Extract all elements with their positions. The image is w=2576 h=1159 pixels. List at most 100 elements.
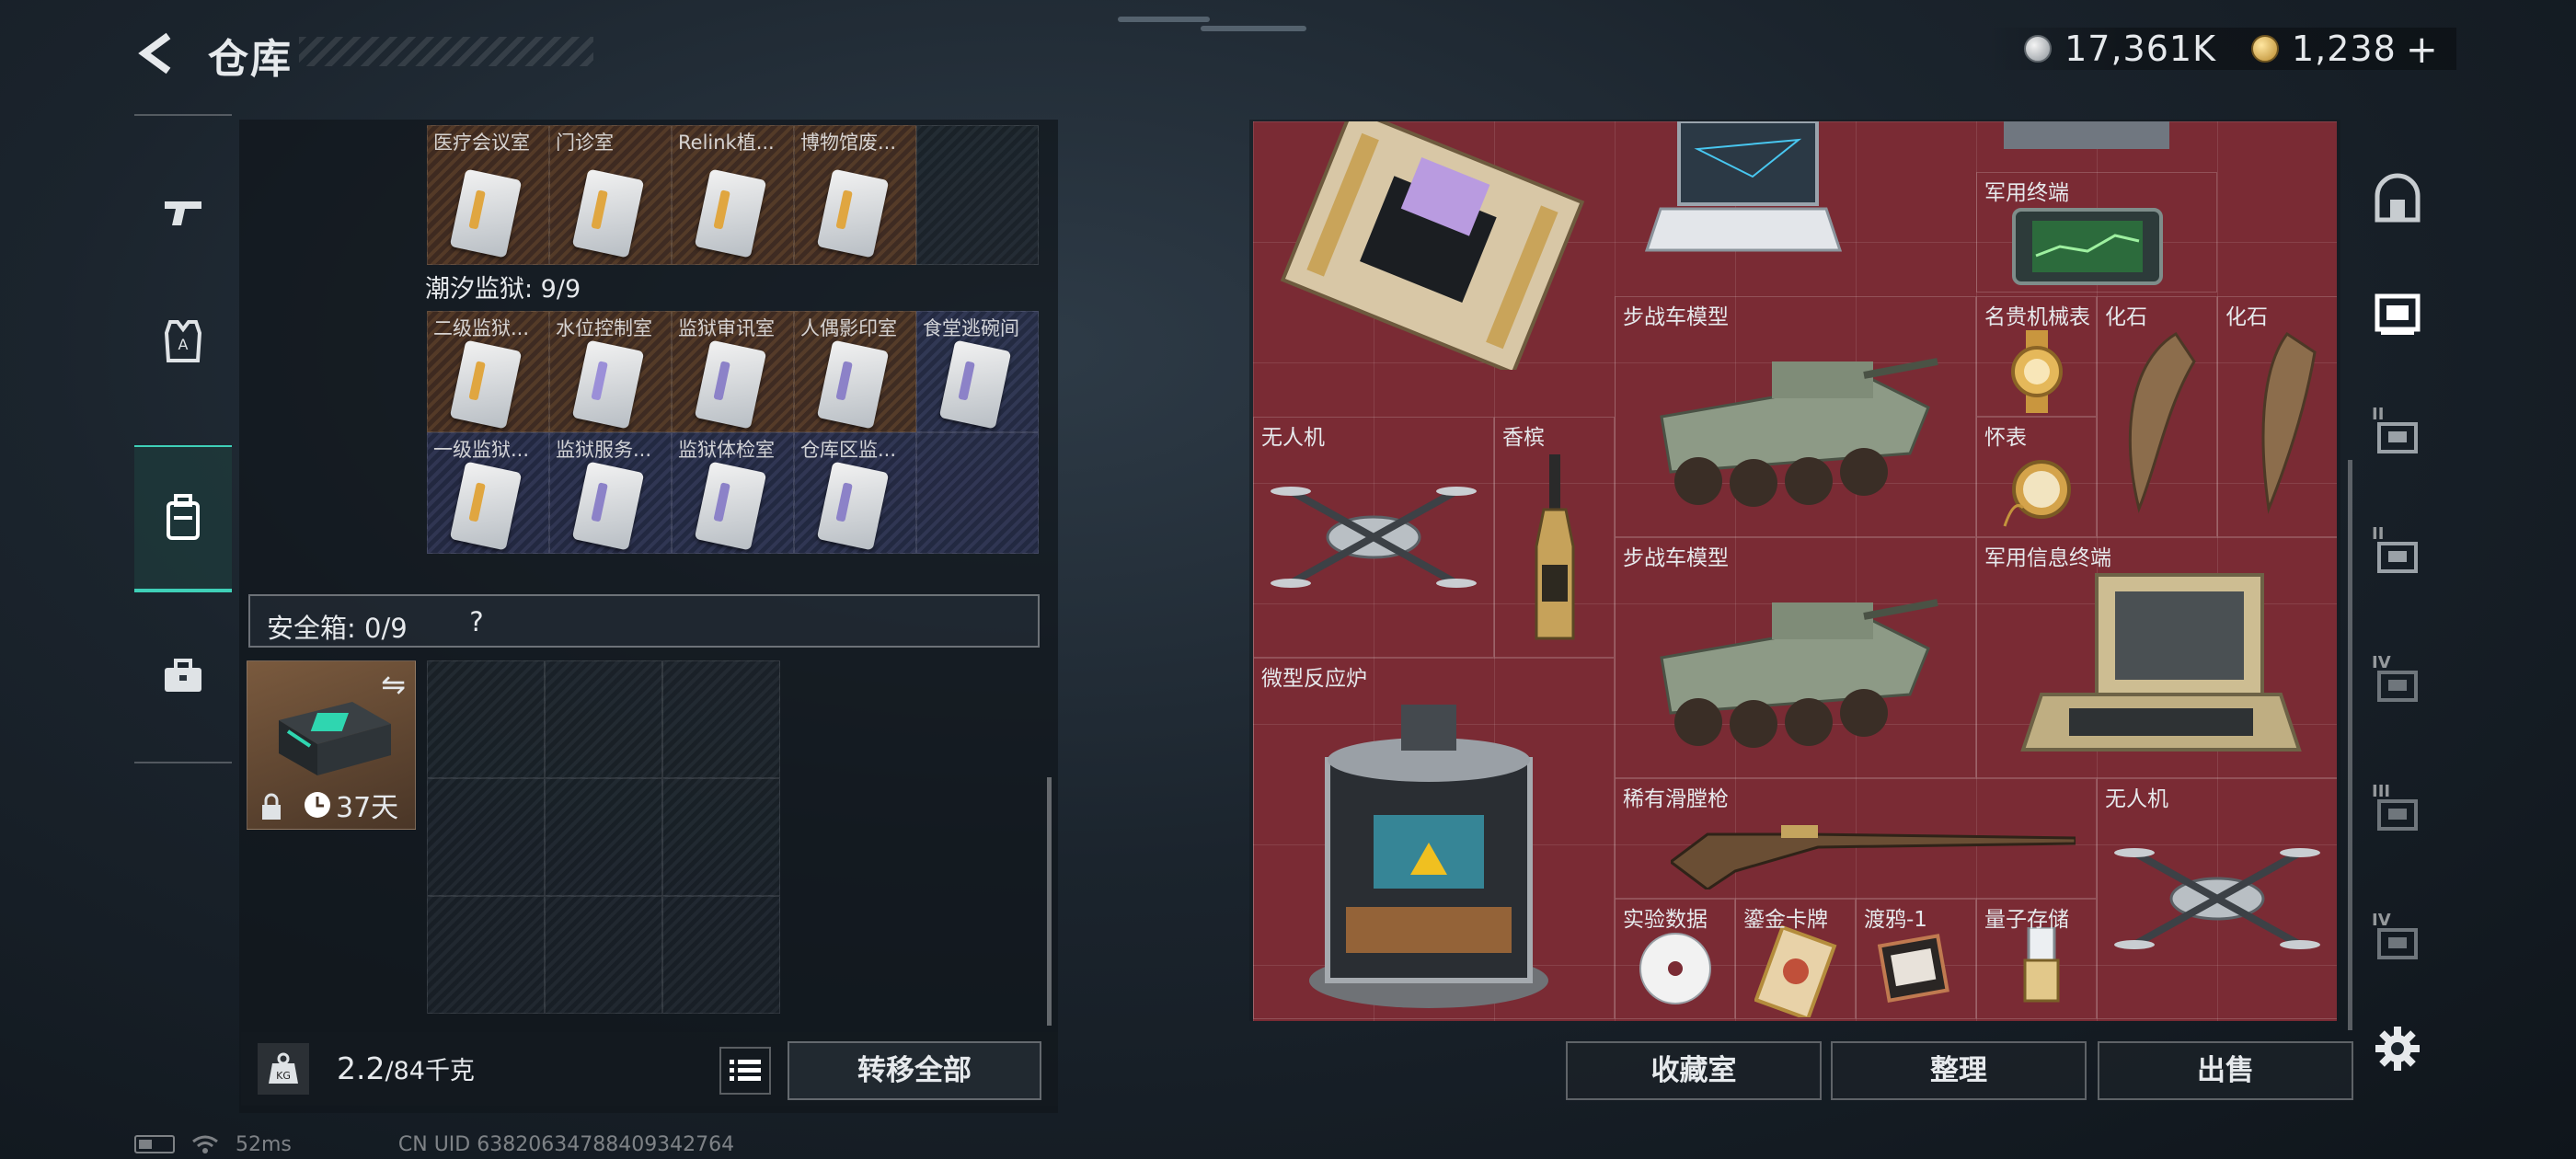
collection-room-button[interactable]: 收藏室 <box>1566 1041 1822 1100</box>
keycard-slot[interactable]: 一级监狱... <box>427 432 549 554</box>
keycard-label: 监狱服务... <box>556 439 652 461</box>
keycard-slot[interactable]: 监狱服务... <box>549 432 672 554</box>
warehouse-item-fossil-2[interactable]: 化石 <box>2217 296 2337 537</box>
warehouse-item-gpu[interactable] <box>1976 121 2217 158</box>
safebox-slot[interactable] <box>662 778 780 896</box>
safebox-slot[interactable] <box>427 660 545 778</box>
keycard-slot[interactable]: 监狱审讯室 <box>672 311 794 432</box>
nav-weapons[interactable] <box>134 162 232 263</box>
tab-warehouse-3[interactable]: II <box>2359 506 2436 607</box>
warehouse-item-military-info-terminal[interactable]: 军用信息终端 <box>1976 537 2337 778</box>
keycard-slot[interactable]: 医疗会议室 <box>427 125 549 265</box>
settings-button[interactable] <box>2370 1021 2425 1076</box>
swap-icon[interactable]: ⇋ <box>381 667 406 702</box>
safebox-slot[interactable] <box>545 660 662 778</box>
keycard-icon <box>449 461 523 551</box>
page-title: 仓库 <box>208 36 293 83</box>
warehouse-item-rare-musket[interactable]: 稀有滑膛枪 <box>1615 778 2097 899</box>
keycard-slot[interactable]: 二级监狱... <box>427 311 549 432</box>
laptop-icon <box>1644 121 1843 252</box>
nav-backpack[interactable] <box>134 445 232 592</box>
warehouse-item-micro-reactor[interactable]: 微型反应炉 <box>1253 658 1615 1019</box>
tidal-prison-title: 潮汐监狱: 9/9 <box>425 275 581 304</box>
transfer-all-button[interactable]: 转移全部 <box>788 1041 1041 1100</box>
nav-armor[interactable]: A <box>134 291 232 392</box>
warehouse-grid: 军用终端 步战车模型 名贵机械表 化石 化石 无人机 香槟 怀表 步战车模型 军… <box>1253 121 2337 1021</box>
tarot-card-icon <box>1754 925 1837 1017</box>
keycard-slot[interactable]: 水位控制室 <box>549 311 672 432</box>
ifv-model-icon <box>1660 358 1938 507</box>
keycard-label: 监狱体检室 <box>678 439 775 461</box>
weight-readout: 2.2/84千克 <box>337 1050 475 1086</box>
tab-warehouse-1[interactable] <box>2359 262 2436 363</box>
keycard-slot[interactable]: 门诊室 <box>549 125 672 265</box>
warehouse-item-drone-1[interactable]: 无人机 <box>1253 417 1494 658</box>
keycard-slot-empty[interactable] <box>916 125 1039 265</box>
organize-button[interactable]: 整理 <box>1831 1041 2087 1100</box>
tab-warehouse-4[interactable]: IV <box>2359 635 2436 736</box>
item-name: 化石 <box>2105 305 2147 329</box>
safebox-slot[interactable] <box>662 896 780 1014</box>
item-name: 稀有滑膛枪 <box>1623 787 1729 811</box>
warehouse-item-pocket-watch[interactable]: 怀表 <box>1976 417 2097 537</box>
silver-currency-value: 17,361K <box>2064 29 2216 69</box>
add-currency-button[interactable]: + <box>2406 27 2438 72</box>
keycard-icon <box>816 168 890 258</box>
item-name: 军用终端 <box>1984 181 2069 205</box>
safebox-slot[interactable] <box>545 778 662 896</box>
item-name: 化石 <box>2225 305 2268 329</box>
nav-toolbox[interactable] <box>134 625 232 727</box>
keycard-icon <box>571 339 645 430</box>
tab-warehouse-5[interactable]: III <box>2359 763 2436 865</box>
keycard-slot[interactable]: 人偶影印室 <box>794 311 916 432</box>
fossil-claw-icon <box>2261 331 2317 514</box>
warehouse-item-quantum-storage[interactable]: 量子存储 <box>1976 899 2097 1019</box>
list-view-button[interactable] <box>719 1047 771 1095</box>
keycard-slot[interactable]: Relink植... <box>672 125 794 265</box>
keycard-icon <box>938 339 1012 430</box>
vault-door-icon <box>2375 173 2421 223</box>
ping-readout: 52ms <box>236 1132 292 1156</box>
keycard-label: 人偶影印室 <box>800 317 897 339</box>
sell-button[interactable]: 出售 <box>2098 1041 2353 1100</box>
keycard-slot[interactable]: 仓库区监... <box>794 432 916 554</box>
tab-warehouse-2[interactable]: II <box>2359 386 2436 488</box>
back-button[interactable] <box>129 28 184 79</box>
item-name: 香槟 <box>1502 426 1545 450</box>
warehouse-item-fossil-1[interactable]: 化石 <box>2097 296 2217 537</box>
left-scrollbar[interactable] <box>1047 777 1052 1026</box>
gold-coin-icon <box>2251 35 2279 63</box>
keycard-icon <box>449 339 523 430</box>
warehouse-item-luxury-watch[interactable]: 名贵机械表 <box>1976 296 2097 417</box>
safebox-help-button[interactable]: ? <box>458 603 495 640</box>
warehouse-item-military-terminal[interactable]: 军用终端 <box>1976 172 2217 293</box>
warehouse-scrollbar[interactable] <box>2348 460 2352 1030</box>
tab-warehouse-main[interactable] <box>2359 147 2436 248</box>
warehouse-item-ifv-model-2[interactable]: 步战车模型 <box>1615 537 1976 778</box>
warehouse-item-raven-1[interactable]: 渡鸦-1 <box>1856 899 1976 1019</box>
safebox-slot[interactable] <box>427 896 545 1014</box>
keycard-icon <box>694 168 767 258</box>
keycard-grid-top: 医疗会议室 门诊室 Relink植... 博物馆废... <box>427 125 1039 265</box>
safebox-item[interactable]: ⇋ 37天 <box>247 660 416 830</box>
keycard-slot[interactable]: 博物馆废... <box>794 125 916 265</box>
back-arrow-icon <box>138 32 171 75</box>
keycard-slot[interactable]: 食堂逃碗间 <box>916 311 1039 432</box>
warehouse-item-drone-2[interactable]: 无人机 <box>2097 778 2337 1019</box>
warehouse-item-champagne[interactable]: 香槟 <box>1494 417 1615 658</box>
warehouse-item-laptop[interactable] <box>1615 121 1856 296</box>
keycard-slot-empty[interactable] <box>916 432 1039 554</box>
safebox-slot[interactable] <box>662 660 780 778</box>
tab-warehouse-6[interactable]: IV <box>2359 892 2436 993</box>
keycard-label: 医疗会议室 <box>433 132 530 154</box>
warehouse-item-experiment-data[interactable]: 实验数据 <box>1615 899 1735 1019</box>
warehouse-item-ifv-model-1[interactable]: 步战车模型 <box>1615 296 1976 537</box>
safebox-slot[interactable] <box>427 778 545 896</box>
tab-numeral: II <box>2372 405 2385 424</box>
safebox-slot[interactable] <box>545 896 662 1014</box>
warehouse-item-motherboard[interactable] <box>1253 121 1615 370</box>
pistol-icon <box>165 201 201 225</box>
keycard-slot[interactable]: 监狱体检室 <box>672 432 794 554</box>
briefcase-icon <box>165 659 201 692</box>
warehouse-item-gilded-tarot[interactable]: 鎏金卡牌 <box>1735 899 1856 1019</box>
